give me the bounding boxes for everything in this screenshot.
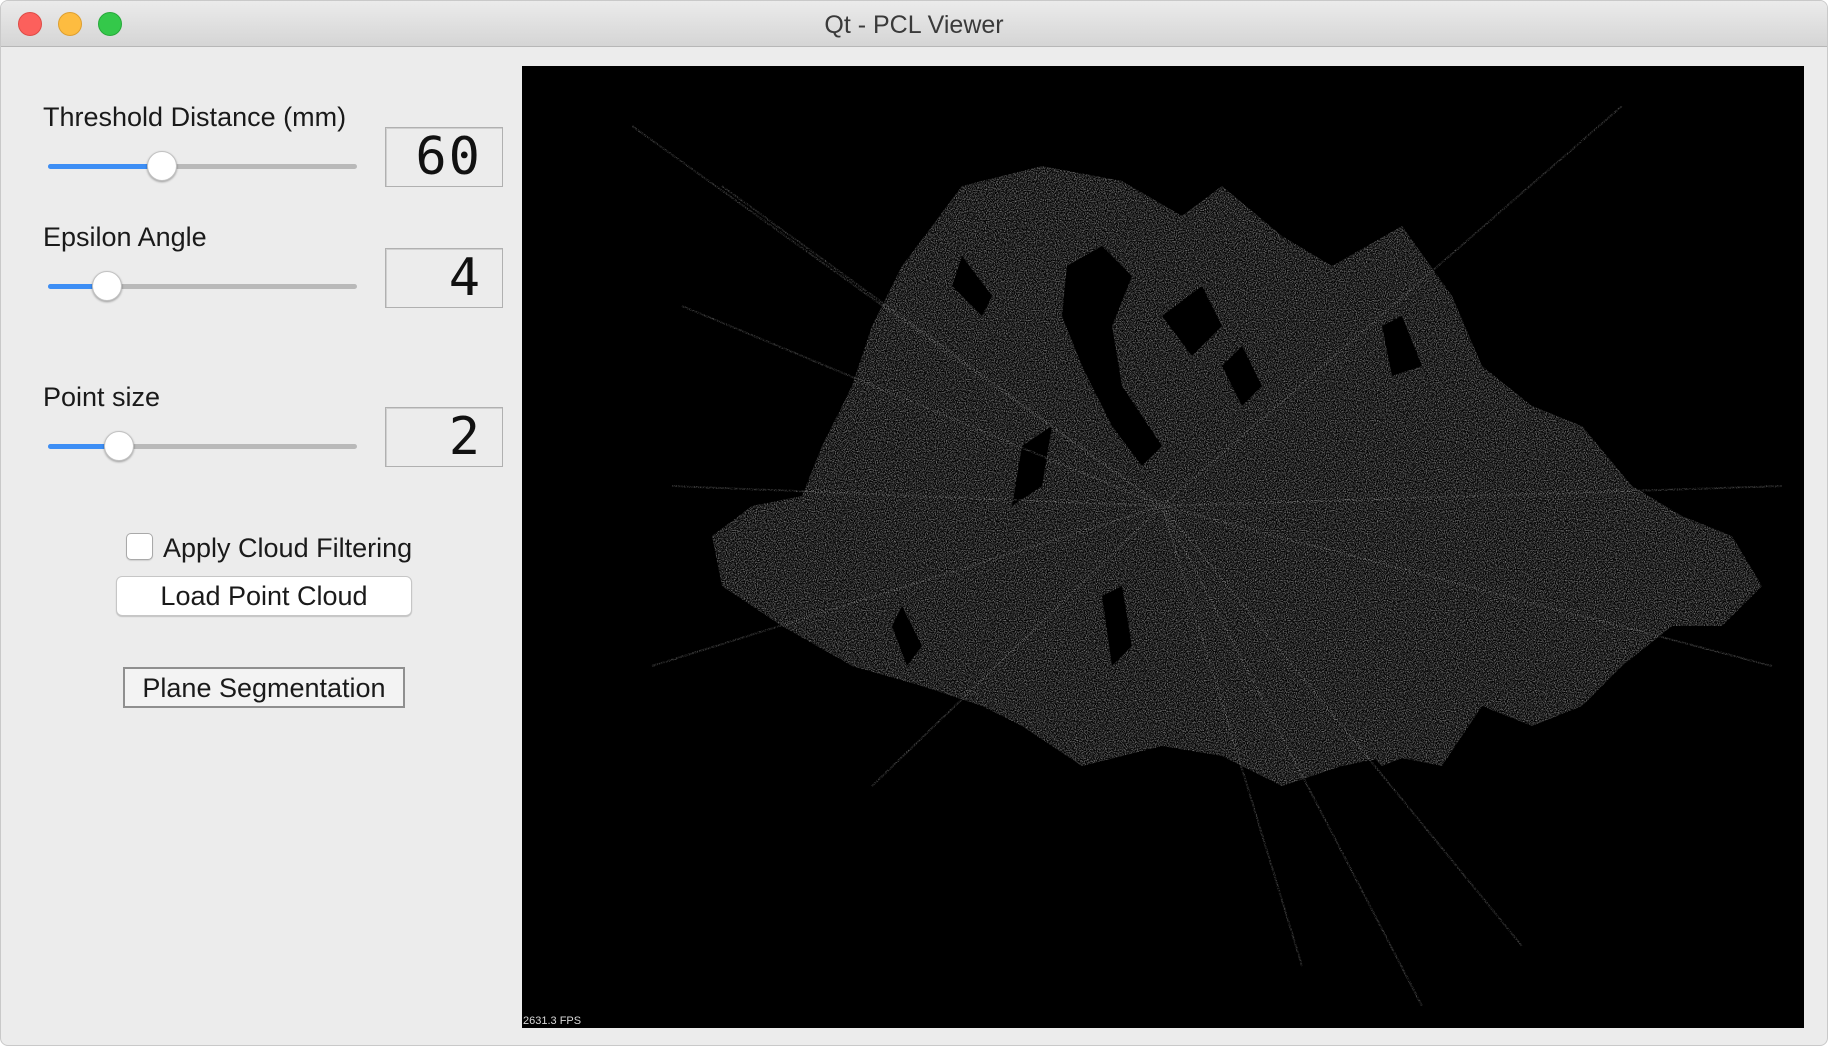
apply-filtering-checkbox[interactable] [126,533,153,560]
point-size-slider[interactable] [48,431,357,461]
slider-fill [48,164,163,169]
point-cloud-viewer[interactable]: 2631.3 FPS [522,66,1804,1028]
app-window: Qt - PCL Viewer Threshold Distance (mm) … [0,0,1828,1046]
title-bar[interactable]: Qt - PCL Viewer [1,1,1827,47]
threshold-value: 60 [415,127,482,187]
threshold-slider[interactable] [48,151,357,181]
threshold-label: Threshold Distance (mm) [43,102,347,132]
apply-filtering-label[interactable]: Apply Cloud Filtering [163,532,412,564]
epsilon-lcd-display: 4 [385,248,503,308]
threshold-lcd-display: 60 [385,127,503,187]
fps-counter: 2631.3 FPS [523,1015,582,1027]
slider-handle[interactable] [91,271,122,301]
load-point-cloud-button[interactable]: Load Point Cloud [116,576,412,616]
epsilon-slider[interactable] [48,271,357,301]
point-size-label: Point size [43,382,161,412]
point-cloud-render [631,105,1783,1007]
epsilon-label: Epsilon Angle [43,222,207,252]
slider-handle[interactable] [147,151,178,181]
plane-segmentation-button[interactable]: Plane Segmentation [123,667,405,708]
point-size-value: 2 [448,407,482,467]
point-size-lcd-display: 2 [385,407,503,467]
window-title: Qt - PCL Viewer [824,11,1004,39]
point-cloud-body [712,166,1762,786]
epsilon-value: 4 [448,248,482,308]
slider-handle[interactable] [104,431,135,461]
